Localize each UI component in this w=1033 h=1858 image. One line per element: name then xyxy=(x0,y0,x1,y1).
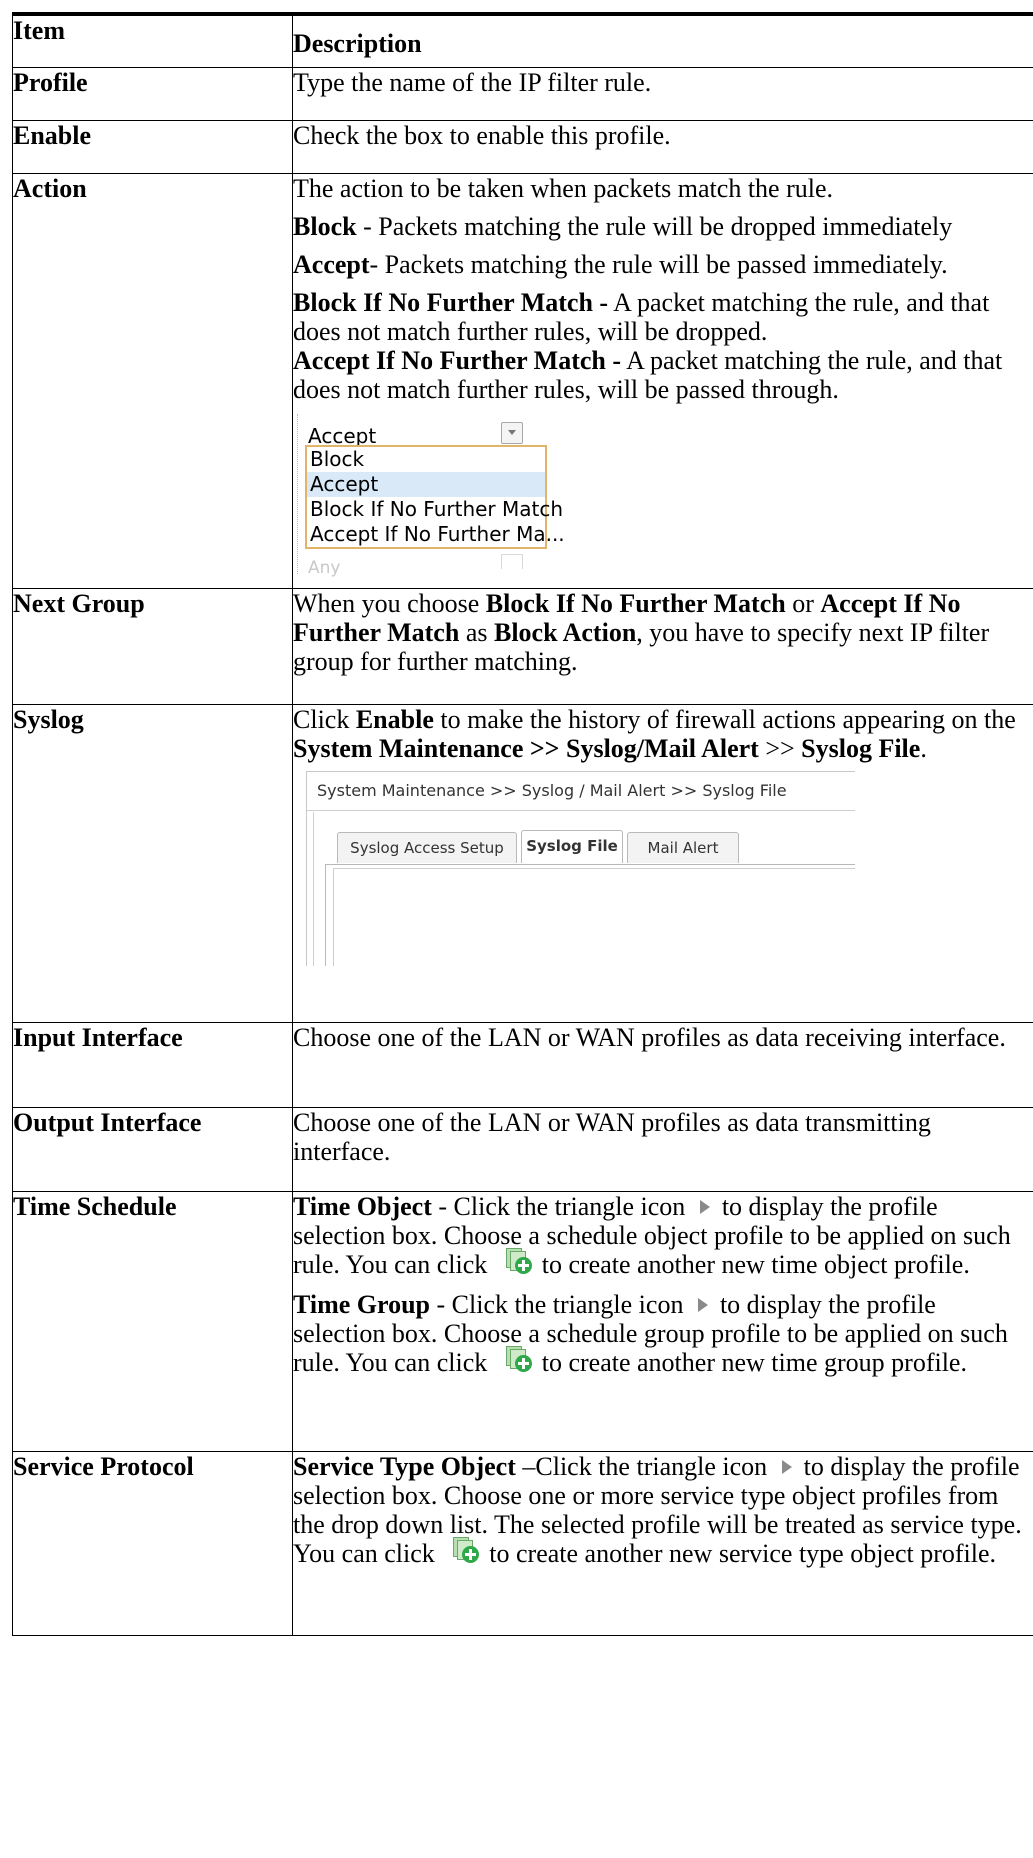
action-options-list: Block Accept Block If No Further Match A… xyxy=(305,444,565,549)
item-input-interface: Input Interface xyxy=(12,1021,293,1108)
action-dropdown-screenshot: Accept Block Accept Block If No Further … xyxy=(297,413,565,578)
table-header-row: Item Description xyxy=(12,12,1033,68)
triangle-icon xyxy=(699,1199,710,1214)
action-block: Block - Packets matching the rule will b… xyxy=(293,211,953,241)
action-accept: Accept- Packets matching the rule will b… xyxy=(293,249,948,279)
tab-syslog-file: Syslog File xyxy=(521,829,623,863)
item-next-group: Next Group xyxy=(12,587,293,705)
desc-output-interface: Choose one of the LAN or WAN profiles as… xyxy=(292,1106,1033,1192)
description-table: Item Description Profile Type the name o… xyxy=(12,12,1033,1636)
table-row: Input Interface Choose one of the LAN or… xyxy=(12,1021,1033,1108)
action-intro: The action to be taken when packets matc… xyxy=(293,173,834,203)
triangle-icon xyxy=(781,1459,792,1474)
tab-syslog-access-setup: Syslog Access Setup xyxy=(337,831,517,863)
table-row: Time Schedule Time Object - Click the tr… xyxy=(12,1190,1033,1452)
time-group-text: Time Group - Click the triangle icon to … xyxy=(293,1289,1008,1377)
option-block: Block xyxy=(310,446,365,471)
desc-profile: Type the name of the IP filter rule. xyxy=(292,66,1033,121)
chevron-down-icon xyxy=(501,421,523,444)
item-output-interface: Output Interface xyxy=(12,1106,293,1192)
triangle-icon xyxy=(697,1297,708,1312)
item-action: Action xyxy=(12,172,293,589)
table-row: Output Interface Choose one of the LAN o… xyxy=(12,1106,1033,1192)
desc-input-interface: Choose one of the LAN or WAN profiles as… xyxy=(292,1021,1033,1108)
header-item: Item xyxy=(12,12,293,68)
option-block-if-no-further-match: Block If No Further Match xyxy=(310,496,564,521)
option-accept: Accept xyxy=(307,471,545,497)
item-service-protocol: Service Protocol xyxy=(12,1450,293,1636)
add-profile-icon xyxy=(504,1246,532,1274)
table-row: Action The action to be taken when packe… xyxy=(12,172,1033,589)
table-row: Enable Check the box to enable this prof… xyxy=(12,119,1033,174)
add-profile-icon xyxy=(504,1344,532,1372)
document-page: Item Description Profile Type the name o… xyxy=(0,0,1033,1858)
item-profile: Profile xyxy=(12,66,293,121)
table-row: Service Protocol Service Type Object –Cl… xyxy=(12,1450,1033,1636)
table-row: Next Group When you choose Block If No F… xyxy=(12,587,1033,705)
desc-service-protocol: Service Type Object –Click the triangle … xyxy=(292,1450,1033,1636)
syslog-screenshot: System Maintenance >> Syslog / Mail Aler… xyxy=(306,770,855,966)
desc-action: The action to be taken when packets matc… xyxy=(292,172,1033,589)
desc-syslog: Click Enable to make the history of fire… xyxy=(292,703,1033,1023)
tab-mail-alert: Mail Alert xyxy=(627,831,739,863)
desc-next-group: When you choose Block If No Further Matc… xyxy=(292,587,1033,705)
desc-enable: Check the box to enable this profile. xyxy=(292,119,1033,174)
add-profile-icon xyxy=(451,1535,480,1563)
item-time-schedule: Time Schedule xyxy=(12,1190,293,1452)
desc-time-schedule: Time Object - Click the triangle icon to… xyxy=(292,1190,1033,1452)
option-accept-if-no-further-match: Accept If No Further Ma... xyxy=(310,521,565,546)
item-syslog: Syslog xyxy=(12,703,293,1023)
table-row: Syslog Click Enable to make the history … xyxy=(12,703,1033,1023)
time-object-text: Time Object - Click the triangle icon to… xyxy=(293,1191,1011,1279)
action-block-if-no-further-match: Block If No Further Match - A packet mat… xyxy=(293,287,1003,404)
breadcrumb: System Maintenance >> Syslog / Mail Aler… xyxy=(307,772,855,811)
ghost-select-value: Any xyxy=(308,557,341,578)
header-description: Description xyxy=(292,12,1033,68)
table-row: Profile Type the name of the IP filter r… xyxy=(12,66,1033,121)
item-enable: Enable xyxy=(12,119,293,174)
